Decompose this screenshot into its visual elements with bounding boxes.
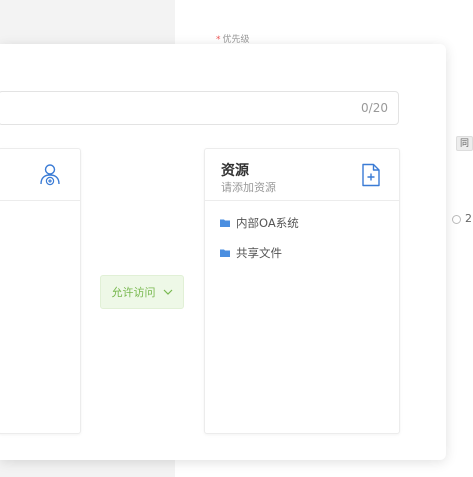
users-card-header bbox=[0, 149, 80, 201]
folder-icon bbox=[220, 219, 230, 227]
user-add-icon[interactable] bbox=[39, 163, 61, 187]
background-value: 2 bbox=[465, 212, 472, 225]
access-select-label: 允许访问 bbox=[111, 286, 156, 299]
file-add-icon[interactable] bbox=[361, 163, 381, 187]
resources-card: 资源 请添加资源 内部OA系统 共享文件 bbox=[204, 148, 400, 434]
same-tag[interactable]: 同 bbox=[456, 136, 473, 151]
char-count: 0/20 bbox=[361, 101, 388, 115]
modal-dialog: 0/20 允许访问 资源 请添加资源 内部OA系统 共享文件 bbox=[0, 44, 446, 460]
chevron-down-icon bbox=[163, 289, 172, 295]
resources-title: 资源 bbox=[221, 163, 249, 179]
resource-item-label: 内部OA系统 bbox=[236, 216, 299, 230]
resources-subtitle: 请添加资源 bbox=[221, 181, 276, 194]
name-input[interactable]: 0/20 bbox=[0, 91, 399, 125]
resource-item-oa[interactable]: 内部OA系统 bbox=[220, 215, 299, 231]
users-card bbox=[0, 148, 81, 434]
resources-card-header: 资源 请添加资源 bbox=[205, 149, 399, 201]
resource-item-label: 共享文件 bbox=[236, 246, 282, 260]
resource-item-shared[interactable]: 共享文件 bbox=[220, 245, 282, 261]
folder-icon bbox=[220, 249, 230, 257]
access-select[interactable]: 允许访问 bbox=[100, 275, 184, 309]
clock-icon bbox=[452, 215, 461, 224]
